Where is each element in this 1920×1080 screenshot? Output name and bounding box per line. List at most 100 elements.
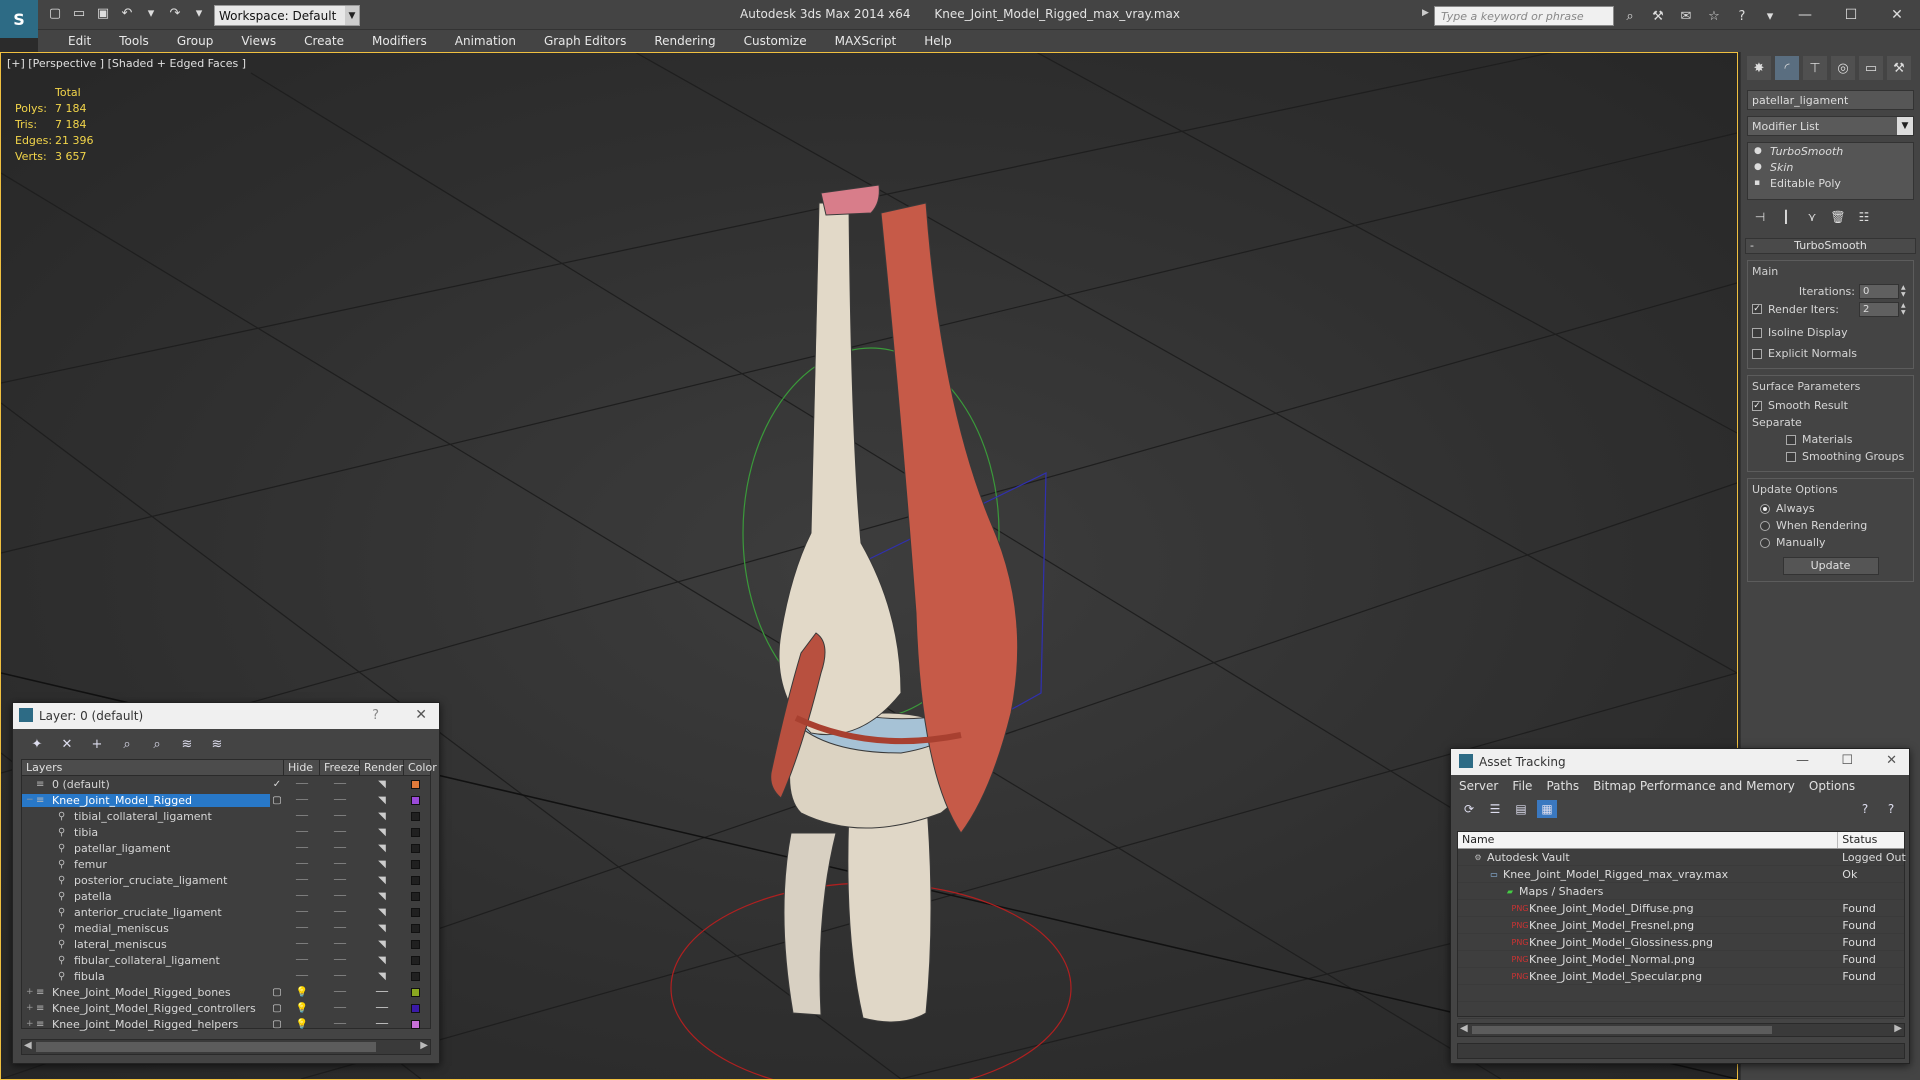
render-toggle-icon[interactable]: ◥ xyxy=(360,795,404,806)
layer-color[interactable] xyxy=(404,939,426,949)
close-icon[interactable]: ✕ xyxy=(415,707,427,723)
freeze-toggle[interactable]: ── xyxy=(320,811,360,822)
color-swatch[interactable] xyxy=(410,843,420,853)
render-toggle-icon[interactable]: ◥ xyxy=(360,843,404,854)
expand-toggle-icon[interactable]: + xyxy=(26,1019,36,1029)
freeze-toggle[interactable]: ── xyxy=(320,891,360,902)
hide-toggle[interactable]: ── xyxy=(284,875,320,886)
render-toggle-icon[interactable]: ◥ xyxy=(360,955,404,966)
column-layers[interactable]: Layers xyxy=(22,760,284,775)
menu-customize[interactable]: Customize xyxy=(730,34,821,48)
current-layer-check-icon[interactable]: ✓ xyxy=(270,779,284,790)
menu-options[interactable]: Options xyxy=(1809,779,1855,793)
binoculars-icon[interactable]: ⌕ xyxy=(1620,6,1640,26)
hide-toggle[interactable]: ── xyxy=(284,923,320,934)
maximize-icon[interactable]: ☐ xyxy=(1841,753,1853,768)
modifier-list-dropdown[interactable]: Modifier List ▼ xyxy=(1747,116,1914,136)
color-swatch[interactable] xyxy=(410,907,420,917)
expand-toggle-icon[interactable]: + xyxy=(26,1003,36,1013)
layer-color[interactable] xyxy=(404,971,426,981)
remove-modifier-icon[interactable]: 🗑 xyxy=(1829,208,1847,226)
menu-graph-editors[interactable]: Graph Editors xyxy=(530,34,640,48)
asset-row[interactable]: PNG Knee_Joint_Model_Fresnel.png Found xyxy=(1458,917,1904,934)
always-radio[interactable] xyxy=(1760,503,1770,514)
favorites-star-icon[interactable]: ☆ xyxy=(1704,6,1724,26)
layer-row[interactable]: ⚲ medial_meniscus ── ── ◥ xyxy=(22,920,430,936)
scrollbar-thumb[interactable] xyxy=(1472,1026,1772,1034)
viewport-label[interactable]: [+] [Perspective ] [Shaded + Edged Faces… xyxy=(7,57,246,70)
manually-row[interactable]: Manually xyxy=(1752,534,1909,551)
layer-row[interactable]: + ≡ Knee_Joint_Model_Rigged_bones ▢ 💡 ── ── xyxy=(22,984,430,1000)
stack-item-skin[interactable]: ● Skin xyxy=(1748,159,1913,175)
layer-color[interactable] xyxy=(404,891,426,901)
menu-group[interactable]: Group xyxy=(163,34,228,48)
color-swatch[interactable] xyxy=(410,891,420,901)
show-end-result-icon[interactable]: ┃ xyxy=(1777,208,1795,226)
hide-toggle[interactable]: ── xyxy=(284,939,320,950)
render-toggle-icon[interactable]: ── xyxy=(360,1003,404,1014)
current-layer-toggle[interactable]: ▢ xyxy=(270,987,284,998)
layer-color[interactable] xyxy=(404,859,426,869)
layer-color[interactable] xyxy=(404,1019,426,1029)
freeze-toggle[interactable]: ── xyxy=(320,987,360,998)
menu-tools[interactable]: Tools xyxy=(105,34,163,48)
scroll-right-icon[interactable]: ▶ xyxy=(420,1040,428,1051)
spinner-arrows-icon[interactable]: ▲ ▼ xyxy=(1901,284,1909,298)
help-icon[interactable]: ? xyxy=(1732,6,1752,26)
freeze-all-icon[interactable]: ≋ xyxy=(207,735,227,753)
chevron-down-icon[interactable]: ▼ xyxy=(345,6,359,25)
hide-toggle[interactable]: ── xyxy=(284,891,320,902)
freeze-toggle[interactable]: ── xyxy=(320,827,360,838)
layer-row[interactable]: ⚲ fibular_collateral_ligament ── ── ◥ xyxy=(22,952,430,968)
app-logo-icon[interactable]: S xyxy=(0,0,38,38)
object-name-field[interactable]: patellar_ligament xyxy=(1747,90,1914,110)
hide-toggle[interactable]: ── xyxy=(284,843,320,854)
modify-tab-icon[interactable]: ◜ xyxy=(1775,56,1799,80)
bulb-icon[interactable]: ● xyxy=(1754,162,1764,172)
layer-color[interactable] xyxy=(404,795,426,805)
render-toggle-icon[interactable]: ◥ xyxy=(360,827,404,838)
scroll-right-icon[interactable]: ▶ xyxy=(1894,1023,1902,1034)
when-rendering-row[interactable]: When Rendering xyxy=(1752,517,1909,534)
iterations-spinner[interactable]: 0 xyxy=(1859,283,1899,299)
femur-mesh[interactable] xyxy=(778,202,902,736)
layer-color[interactable] xyxy=(404,827,426,837)
render-toggle-icon[interactable]: ◥ xyxy=(360,891,404,902)
help-icon[interactable]: ? xyxy=(1855,800,1875,818)
color-swatch[interactable] xyxy=(410,971,420,981)
layer-row[interactable]: ⚲ lateral_meniscus ── ── ◥ xyxy=(22,936,430,952)
render-iters-spinner[interactable]: 2 xyxy=(1859,301,1899,317)
layer-row[interactable]: ⚲ patella ── ── ◥ xyxy=(22,888,430,904)
horizontal-scrollbar[interactable]: ◀ ▶ xyxy=(21,1039,431,1055)
chevron-down-icon[interactable]: ▼ xyxy=(1897,117,1913,135)
layer-color[interactable] xyxy=(404,811,426,821)
scroll-left-icon[interactable]: ◀ xyxy=(1460,1023,1468,1034)
workspace-dropdown[interactable]: Workspace: Default ▼ xyxy=(214,5,360,26)
hide-toggle[interactable]: ── xyxy=(284,779,320,790)
close-icon[interactable]: ✕ xyxy=(1886,753,1897,768)
minimize-icon[interactable]: — xyxy=(1782,0,1828,30)
column-color[interactable]: Color xyxy=(404,760,437,775)
asset-row[interactable]: ▭ Knee_Joint_Model_Rigged_max_vray.max Ok xyxy=(1458,866,1904,883)
turbosmooth-rollout-header[interactable]: - TurboSmooth xyxy=(1745,238,1916,254)
layer-row[interactable]: ⚲ tibia ── ── ◥ xyxy=(22,824,430,840)
menu-server[interactable]: Server xyxy=(1459,779,1498,793)
menu-edit[interactable]: Edit xyxy=(54,34,105,48)
layer-row[interactable]: − ≡ Knee_Joint_Model_Rigged ▢ ── ── ◥ xyxy=(22,792,430,808)
help-icon[interactable]: ? xyxy=(372,708,379,723)
hide-toggle[interactable]: ── xyxy=(284,811,320,822)
redo-icon[interactable]: ↷ xyxy=(166,4,184,22)
display-tab-icon[interactable]: ▭ xyxy=(1859,56,1883,80)
stack-item-turbosmooth[interactable]: ● TurboSmooth xyxy=(1748,143,1913,159)
asset-row[interactable]: PNG Knee_Joint_Model_Normal.png Found xyxy=(1458,951,1904,968)
create-tab-icon[interactable]: ✸ xyxy=(1747,56,1771,80)
minimize-icon[interactable]: — xyxy=(1796,753,1809,768)
maximize-icon[interactable]: ☐ xyxy=(1828,0,1874,30)
freeze-toggle[interactable]: ── xyxy=(320,923,360,934)
isoline-checkbox[interactable] xyxy=(1752,327,1762,338)
fibula-mesh[interactable] xyxy=(783,832,837,1016)
search-expand-icon[interactable]: ▶ xyxy=(1422,8,1429,18)
layer-color[interactable] xyxy=(404,843,426,853)
new-file-icon[interactable]: ▢ xyxy=(46,4,64,22)
color-swatch[interactable] xyxy=(410,795,420,805)
